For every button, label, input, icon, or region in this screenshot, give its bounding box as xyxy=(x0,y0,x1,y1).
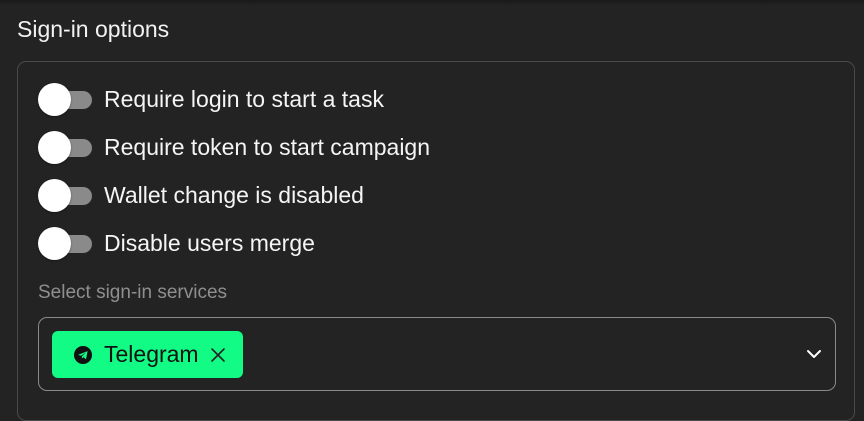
toggle-thumb xyxy=(38,179,71,212)
require-login-toggle-row[interactable]: Require login to start a task xyxy=(38,82,384,116)
service-chip-telegram: Telegram xyxy=(52,331,243,378)
chevron-down-icon[interactable] xyxy=(805,345,823,363)
toggle-thumb xyxy=(38,131,71,164)
disable-merge-toggle[interactable] xyxy=(38,226,92,260)
wallet-change-label: Wallet change is disabled xyxy=(104,181,364,208)
require-token-toggle-row[interactable]: Require token to start campaign xyxy=(38,130,430,164)
disable-merge-toggle-row[interactable]: Disable users merge xyxy=(38,226,315,260)
wallet-change-toggle[interactable] xyxy=(38,178,92,212)
require-token-label: Require token to start campaign xyxy=(104,133,431,160)
section-title: Sign-in options xyxy=(17,16,170,42)
require-login-toggle[interactable] xyxy=(38,82,92,116)
toggle-thumb xyxy=(38,83,71,116)
close-icon[interactable] xyxy=(209,346,227,364)
require-login-label: Require login to start a task xyxy=(104,85,384,112)
wallet-change-toggle-row[interactable]: Wallet change is disabled xyxy=(38,178,364,212)
services-label: Select sign-in services xyxy=(38,282,228,303)
toggle-thumb xyxy=(38,227,71,260)
top-divider xyxy=(0,0,864,6)
service-chip-label: Telegram xyxy=(104,341,199,367)
sign-in-options-card: Require login to start a task Require to… xyxy=(17,61,855,421)
disable-merge-label: Disable users merge xyxy=(104,229,315,256)
sign-in-services-select[interactable]: Telegram xyxy=(38,317,836,391)
require-token-toggle[interactable] xyxy=(38,130,92,164)
telegram-icon xyxy=(74,345,92,364)
